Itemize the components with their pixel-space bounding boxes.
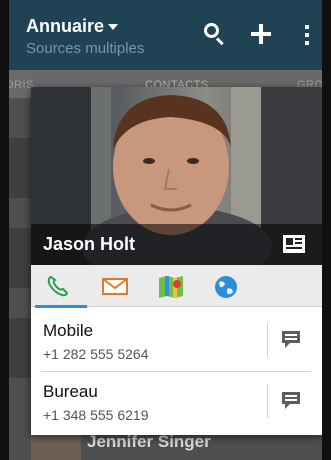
divider — [267, 384, 268, 418]
app-subtitle: Sources multiples — [26, 40, 145, 57]
add-contact-icon[interactable] — [249, 22, 273, 46]
list-item-thumb — [9, 228, 31, 288]
mail-icon — [102, 278, 128, 295]
dropdown-caret-icon — [108, 24, 119, 31]
list-item-thumb — [9, 318, 31, 378]
action-tab-bar — [31, 265, 322, 308]
phone-type-label: Bureau — [43, 382, 98, 401]
phone-icon — [47, 275, 69, 297]
call-tab[interactable] — [31, 265, 87, 308]
contact-name: Jason Holt — [43, 234, 136, 254]
name-overlay: Jason Holt — [31, 224, 322, 265]
phone-number: +1 348 555 6219 — [43, 407, 149, 423]
contact-details-icon[interactable] — [283, 235, 305, 253]
globe-icon — [215, 276, 237, 298]
search-icon[interactable] — [203, 22, 227, 46]
list-item-name[interactable]: Jennifer Singer — [87, 432, 211, 452]
app-title: Annuaire — [26, 16, 105, 36]
web-tab[interactable] — [199, 265, 255, 307]
list-item-thumb — [9, 138, 31, 198]
phone-number: +1 282 555 5264 — [43, 346, 149, 362]
source-dropdown[interactable]: Annuaire — [26, 16, 119, 37]
phone-entry[interactable]: Mobile +1 282 555 5264 — [31, 313, 322, 373]
contact-photo: Jason Holt — [31, 87, 322, 265]
message-icon[interactable] — [281, 390, 301, 410]
screen: Annuaire Sources multiples ORIS CONTACTS… — [9, 0, 322, 460]
message-icon[interactable] — [281, 329, 301, 349]
divider — [41, 371, 311, 372]
divider — [267, 323, 268, 357]
contact-quick-card: Jason Holt Mobile +1 282 555 5264 Bureau… — [31, 87, 322, 435]
device-frame: Annuaire Sources multiples ORIS CONTACTS… — [0, 0, 331, 460]
overflow-menu-icon[interactable] — [302, 22, 312, 46]
map-icon — [159, 276, 183, 298]
map-tab[interactable] — [143, 265, 199, 307]
phone-type-label: Mobile — [43, 321, 94, 340]
app-bar: Annuaire Sources multiples — [9, 0, 322, 70]
email-tab[interactable] — [87, 265, 143, 307]
phone-entry[interactable]: Bureau +1 348 555 6219 — [31, 374, 322, 434]
